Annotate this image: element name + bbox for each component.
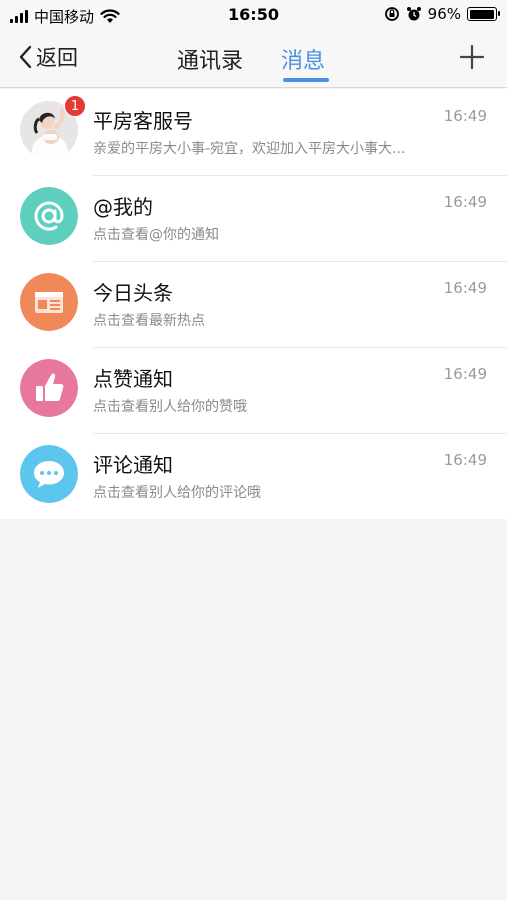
avatar <box>20 359 78 417</box>
avatar-wrap: 1 <box>20 95 86 159</box>
back-button[interactable]: 返回 <box>18 42 78 72</box>
list-item-service[interactable]: 1 平房客服号 亲爱的平房大小事-宛宜，欢迎加入平房大小事大... 16:49 <box>0 89 507 175</box>
message-preview: 点击查看别人给你的赞哦 <box>93 399 247 415</box>
list-item-mentions[interactable]: @我的 点击查看@你的通知 16:49 <box>0 175 507 261</box>
message-time: 16:49 <box>443 365 487 383</box>
battery-percent: 96% <box>427 5 461 23</box>
message-title: 点赞通知 <box>93 367 173 391</box>
alarm-icon <box>406 7 421 21</box>
avatar <box>20 445 78 503</box>
list-item-headlines[interactable]: 今日头条 点击查看最新热点 16:49 <box>0 261 507 347</box>
message-preview: 亲爱的平房大小事-宛宜，欢迎加入平房大小事大... <box>93 141 406 157</box>
message-preview: 点击查看最新热点 <box>93 313 205 329</box>
at-icon <box>20 187 78 245</box>
plus-icon[interactable] <box>459 44 485 70</box>
avatar <box>20 273 78 331</box>
comment-bubble-icon <box>20 445 78 503</box>
status-right: 96% <box>384 5 500 23</box>
tab-messages[interactable]: 消息 <box>281 43 325 75</box>
avatar <box>20 187 78 245</box>
nav-bar: 返回 通讯录 消息 <box>0 30 507 88</box>
unread-badge: 1 <box>64 95 86 117</box>
message-title: 评论通知 <box>93 453 173 477</box>
list-item-likes[interactable]: 点赞通知 点击查看别人给你的赞哦 16:49 <box>0 347 507 433</box>
thumbs-up-icon <box>20 359 78 417</box>
rotation-lock-icon <box>384 7 399 21</box>
message-time: 16:49 <box>443 193 487 211</box>
back-label: 返回 <box>36 46 78 70</box>
message-title: 今日头条 <box>93 281 173 305</box>
active-tab-indicator <box>283 78 329 82</box>
message-title: @我的 <box>93 195 153 219</box>
status-bar: 中国移动 16:50 96% <box>0 0 507 30</box>
chevron-left-icon <box>19 45 32 69</box>
battery-icon <box>467 7 500 21</box>
message-list: 1 平房客服号 亲爱的平房大小事-宛宜，欢迎加入平房大小事大... 16:49 … <box>0 89 507 519</box>
message-title: 平房客服号 <box>93 109 193 133</box>
message-time: 16:49 <box>443 107 487 125</box>
tab-contacts[interactable]: 通讯录 <box>177 43 243 75</box>
message-time: 16:49 <box>443 451 487 469</box>
message-preview: 点击查看别人给你的评论哦 <box>93 485 261 501</box>
message-preview: 点击查看@你的通知 <box>93 227 219 243</box>
message-time: 16:49 <box>443 279 487 297</box>
list-item-comments[interactable]: 评论通知 点击查看别人给你的评论哦 16:49 <box>0 433 507 519</box>
newspaper-icon <box>20 273 78 331</box>
